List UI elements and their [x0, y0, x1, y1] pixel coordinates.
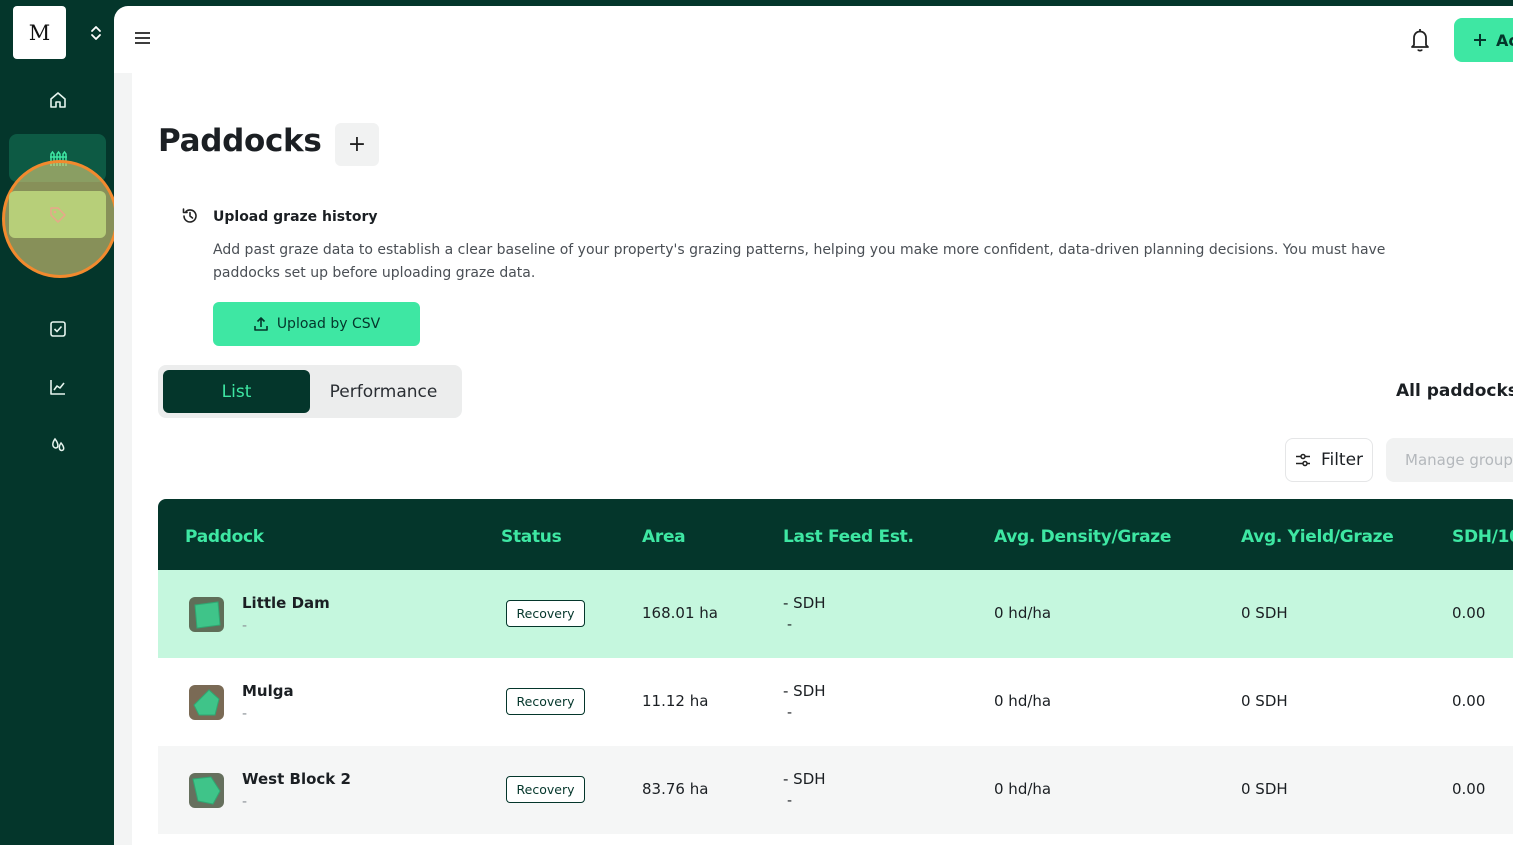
org-switch-chevron-icon[interactable] [86, 22, 106, 44]
upload-icon [254, 317, 268, 331]
feed-subvalue: - [787, 705, 793, 721]
feed-subvalue: - [787, 617, 793, 633]
manage-group-button[interactable]: Manage group [1386, 438, 1513, 482]
feed-subvalue: - [787, 793, 793, 809]
table-row[interactable]: Mulga - Recovery 11.12 ha - SDH - 0 hd/h… [158, 658, 1513, 746]
density-value: 0 hd/ha [994, 692, 1052, 710]
sdh-value: 0.00 [1452, 692, 1486, 710]
content-panel: Paddocks + Upload graze history Add past… [132, 73, 1513, 845]
paddock-map-thumbnail [189, 597, 224, 632]
nav-rainfall[interactable] [9, 420, 106, 468]
density-value: 0 hd/ha [994, 604, 1052, 622]
org-logo[interactable]: M [13, 6, 66, 59]
filter-button[interactable]: Filter [1285, 438, 1373, 482]
sdh-value: 0.00 [1452, 780, 1486, 798]
area-value: 83.76 ha [642, 780, 709, 798]
yield-value: 0 SDH [1241, 780, 1288, 798]
col-avg-density[interactable]: Avg. Density/Graze [994, 527, 1171, 547]
paddock-name: Mulga [242, 682, 294, 700]
density-value: 0 hd/ha [994, 780, 1052, 798]
sidebar: M [0, 0, 118, 845]
tab-list[interactable]: List [163, 370, 310, 413]
menu-icon[interactable] [134, 30, 151, 46]
checkbox-icon [49, 321, 66, 337]
topbar: Ac [114, 6, 1513, 73]
chart-line-icon [49, 380, 65, 395]
add-button[interactable]: Ac [1454, 18, 1513, 62]
nav-reports[interactable] [9, 363, 106, 411]
filter-label: Filter [1320, 450, 1364, 470]
paddock-name: Little Dam [242, 594, 330, 612]
paddock-subtext: - [242, 794, 248, 810]
status-badge: Recovery [506, 776, 585, 803]
feed-value: - SDH [783, 682, 826, 700]
view-toggle: List Performance [158, 365, 462, 418]
table-row[interactable]: West Block 2 - Recovery 83.76 ha - SDH -… [158, 746, 1513, 834]
status-badge: Recovery [506, 688, 585, 715]
paddock-map-thumbnail [189, 685, 224, 720]
col-avg-yield[interactable]: Avg. Yield/Graze [1241, 527, 1394, 547]
group-selector[interactable]: All paddocks [1396, 381, 1513, 401]
col-area[interactable]: Area [642, 527, 686, 547]
paddock-subtext: - [242, 618, 248, 634]
yield-value: 0 SDH [1241, 604, 1288, 622]
area-value: 11.12 ha [642, 692, 709, 710]
tab-performance[interactable]: Performance [310, 370, 457, 413]
upload-csv-label: Upload by CSV [276, 316, 381, 332]
add-paddock-button[interactable]: + [335, 123, 379, 166]
table-row[interactable]: Little Dam - Recovery 168.01 ha - SDH - … [158, 570, 1513, 658]
col-sdh[interactable]: SDH/10 [1452, 527, 1513, 547]
main-area: Paddocks + Upload graze history Add past… [114, 73, 1513, 845]
table-header: Paddock Status Area Last Feed Est. Avg. … [158, 499, 1513, 570]
bell-icon[interactable] [1407, 26, 1433, 54]
paddock-subtext: - [242, 706, 248, 722]
col-status[interactable]: Status [501, 527, 562, 547]
nav-tags[interactable] [9, 191, 106, 238]
col-paddock[interactable]: Paddock [185, 527, 264, 547]
col-last-feed[interactable]: Last Feed Est. [783, 527, 914, 547]
paddocks-table: Paddock Status Area Last Feed Est. Avg. … [158, 499, 1513, 834]
feed-value: - SDH [783, 594, 826, 612]
drops-icon [51, 437, 64, 452]
upload-csv-button[interactable]: Upload by CSV [213, 302, 420, 346]
upload-title: Upload graze history [213, 209, 378, 225]
sdh-value: 0.00 [1452, 604, 1486, 622]
add-button-label: Ac [1496, 30, 1513, 50]
feed-value: - SDH [783, 770, 826, 788]
paddock-name: West Block 2 [242, 770, 351, 788]
page-title: Paddocks [158, 123, 322, 159]
home-icon [49, 92, 66, 108]
yield-value: 0 SDH [1241, 692, 1288, 710]
upload-description: Add past graze data to establish a clear… [213, 242, 1386, 281]
status-badge: Recovery [506, 600, 585, 627]
tag-icon [49, 206, 66, 223]
area-value: 168.01 ha [642, 604, 718, 622]
sliders-icon [1295, 453, 1310, 467]
plus-icon [1474, 34, 1486, 46]
history-icon [180, 206, 200, 226]
paddock-map-thumbnail [189, 773, 224, 808]
nav-tasks[interactable] [9, 305, 106, 353]
nav-home[interactable] [9, 76, 106, 124]
